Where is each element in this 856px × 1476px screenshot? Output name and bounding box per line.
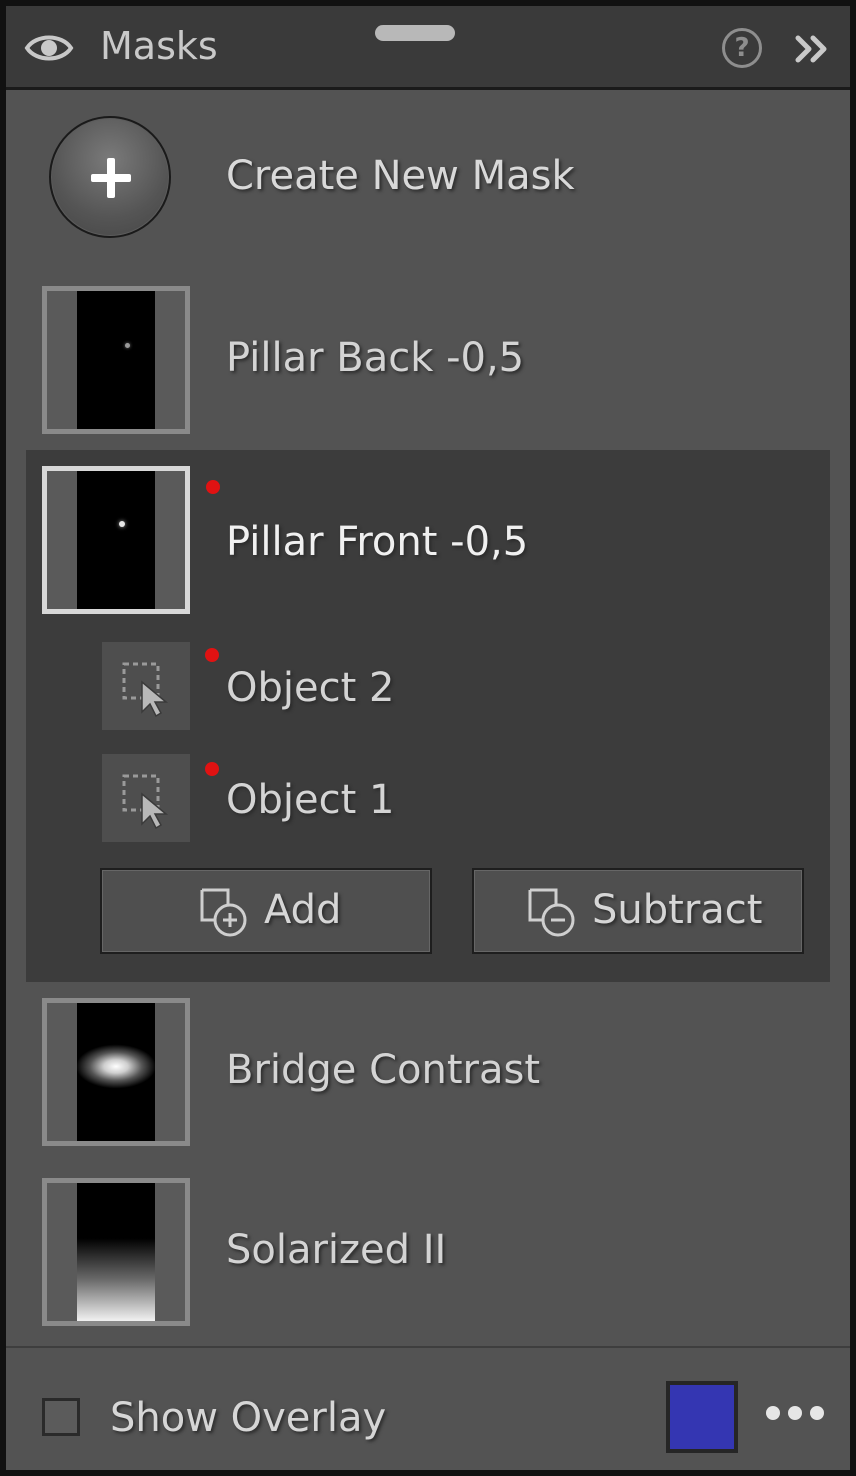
- component-name-object-1[interactable]: Object 1: [226, 770, 394, 830]
- object-select-icon[interactable]: [102, 754, 190, 842]
- subtract-button[interactable]: Subtract: [472, 868, 804, 954]
- subtract-button-label: Subtract: [592, 887, 763, 933]
- help-circle-icon[interactable]: ?: [722, 28, 762, 68]
- overlay-color-swatch[interactable]: [666, 1381, 738, 1453]
- modified-indicator: [206, 480, 220, 494]
- component-name-object-2[interactable]: Object 2: [226, 658, 394, 718]
- show-overlay-label[interactable]: Show Overlay: [110, 1388, 386, 1448]
- selected-mask-group: Pillar Front -0,5 Object 2 Object 1 Add …: [26, 450, 830, 982]
- eye-icon[interactable]: [24, 30, 74, 66]
- mask-name-pillar-back[interactable]: Pillar Back -0,5: [226, 328, 524, 388]
- create-new-mask-button[interactable]: [49, 116, 171, 238]
- panel-footer: Show Overlay: [6, 1346, 850, 1470]
- mask-name-bridge-contrast[interactable]: Bridge Contrast: [226, 1040, 540, 1100]
- add-button[interactable]: Add: [100, 868, 432, 954]
- add-shape-icon: [200, 888, 247, 937]
- mask-thumbnail-pillar-back[interactable]: [42, 286, 190, 434]
- panel-title: Masks: [100, 24, 218, 68]
- masks-panel: Masks ? Create New Mask Pillar Back -0,5…: [6, 6, 850, 1470]
- panel-header: Masks ?: [6, 6, 850, 90]
- create-new-mask-label[interactable]: Create New Mask: [226, 146, 575, 206]
- modified-indicator: [205, 648, 219, 662]
- mask-thumbnail-solarized-ii[interactable]: [42, 1178, 190, 1326]
- add-button-label: Add: [264, 887, 342, 933]
- show-overlay-checkbox[interactable]: [42, 1398, 80, 1436]
- subtract-shape-icon: [528, 888, 575, 937]
- object-select-icon[interactable]: [102, 642, 190, 730]
- mask-name-pillar-front[interactable]: Pillar Front -0,5: [226, 512, 528, 572]
- drag-handle[interactable]: [375, 25, 455, 41]
- double-chevron-right-icon[interactable]: [794, 34, 830, 64]
- mask-name-solarized-ii[interactable]: Solarized II: [226, 1220, 446, 1280]
- modified-indicator: [205, 762, 219, 776]
- mask-thumbnail-bridge-contrast[interactable]: [42, 998, 190, 1146]
- mask-thumbnail-pillar-front[interactable]: [42, 466, 190, 614]
- more-horizontal-icon[interactable]: [766, 1406, 826, 1422]
